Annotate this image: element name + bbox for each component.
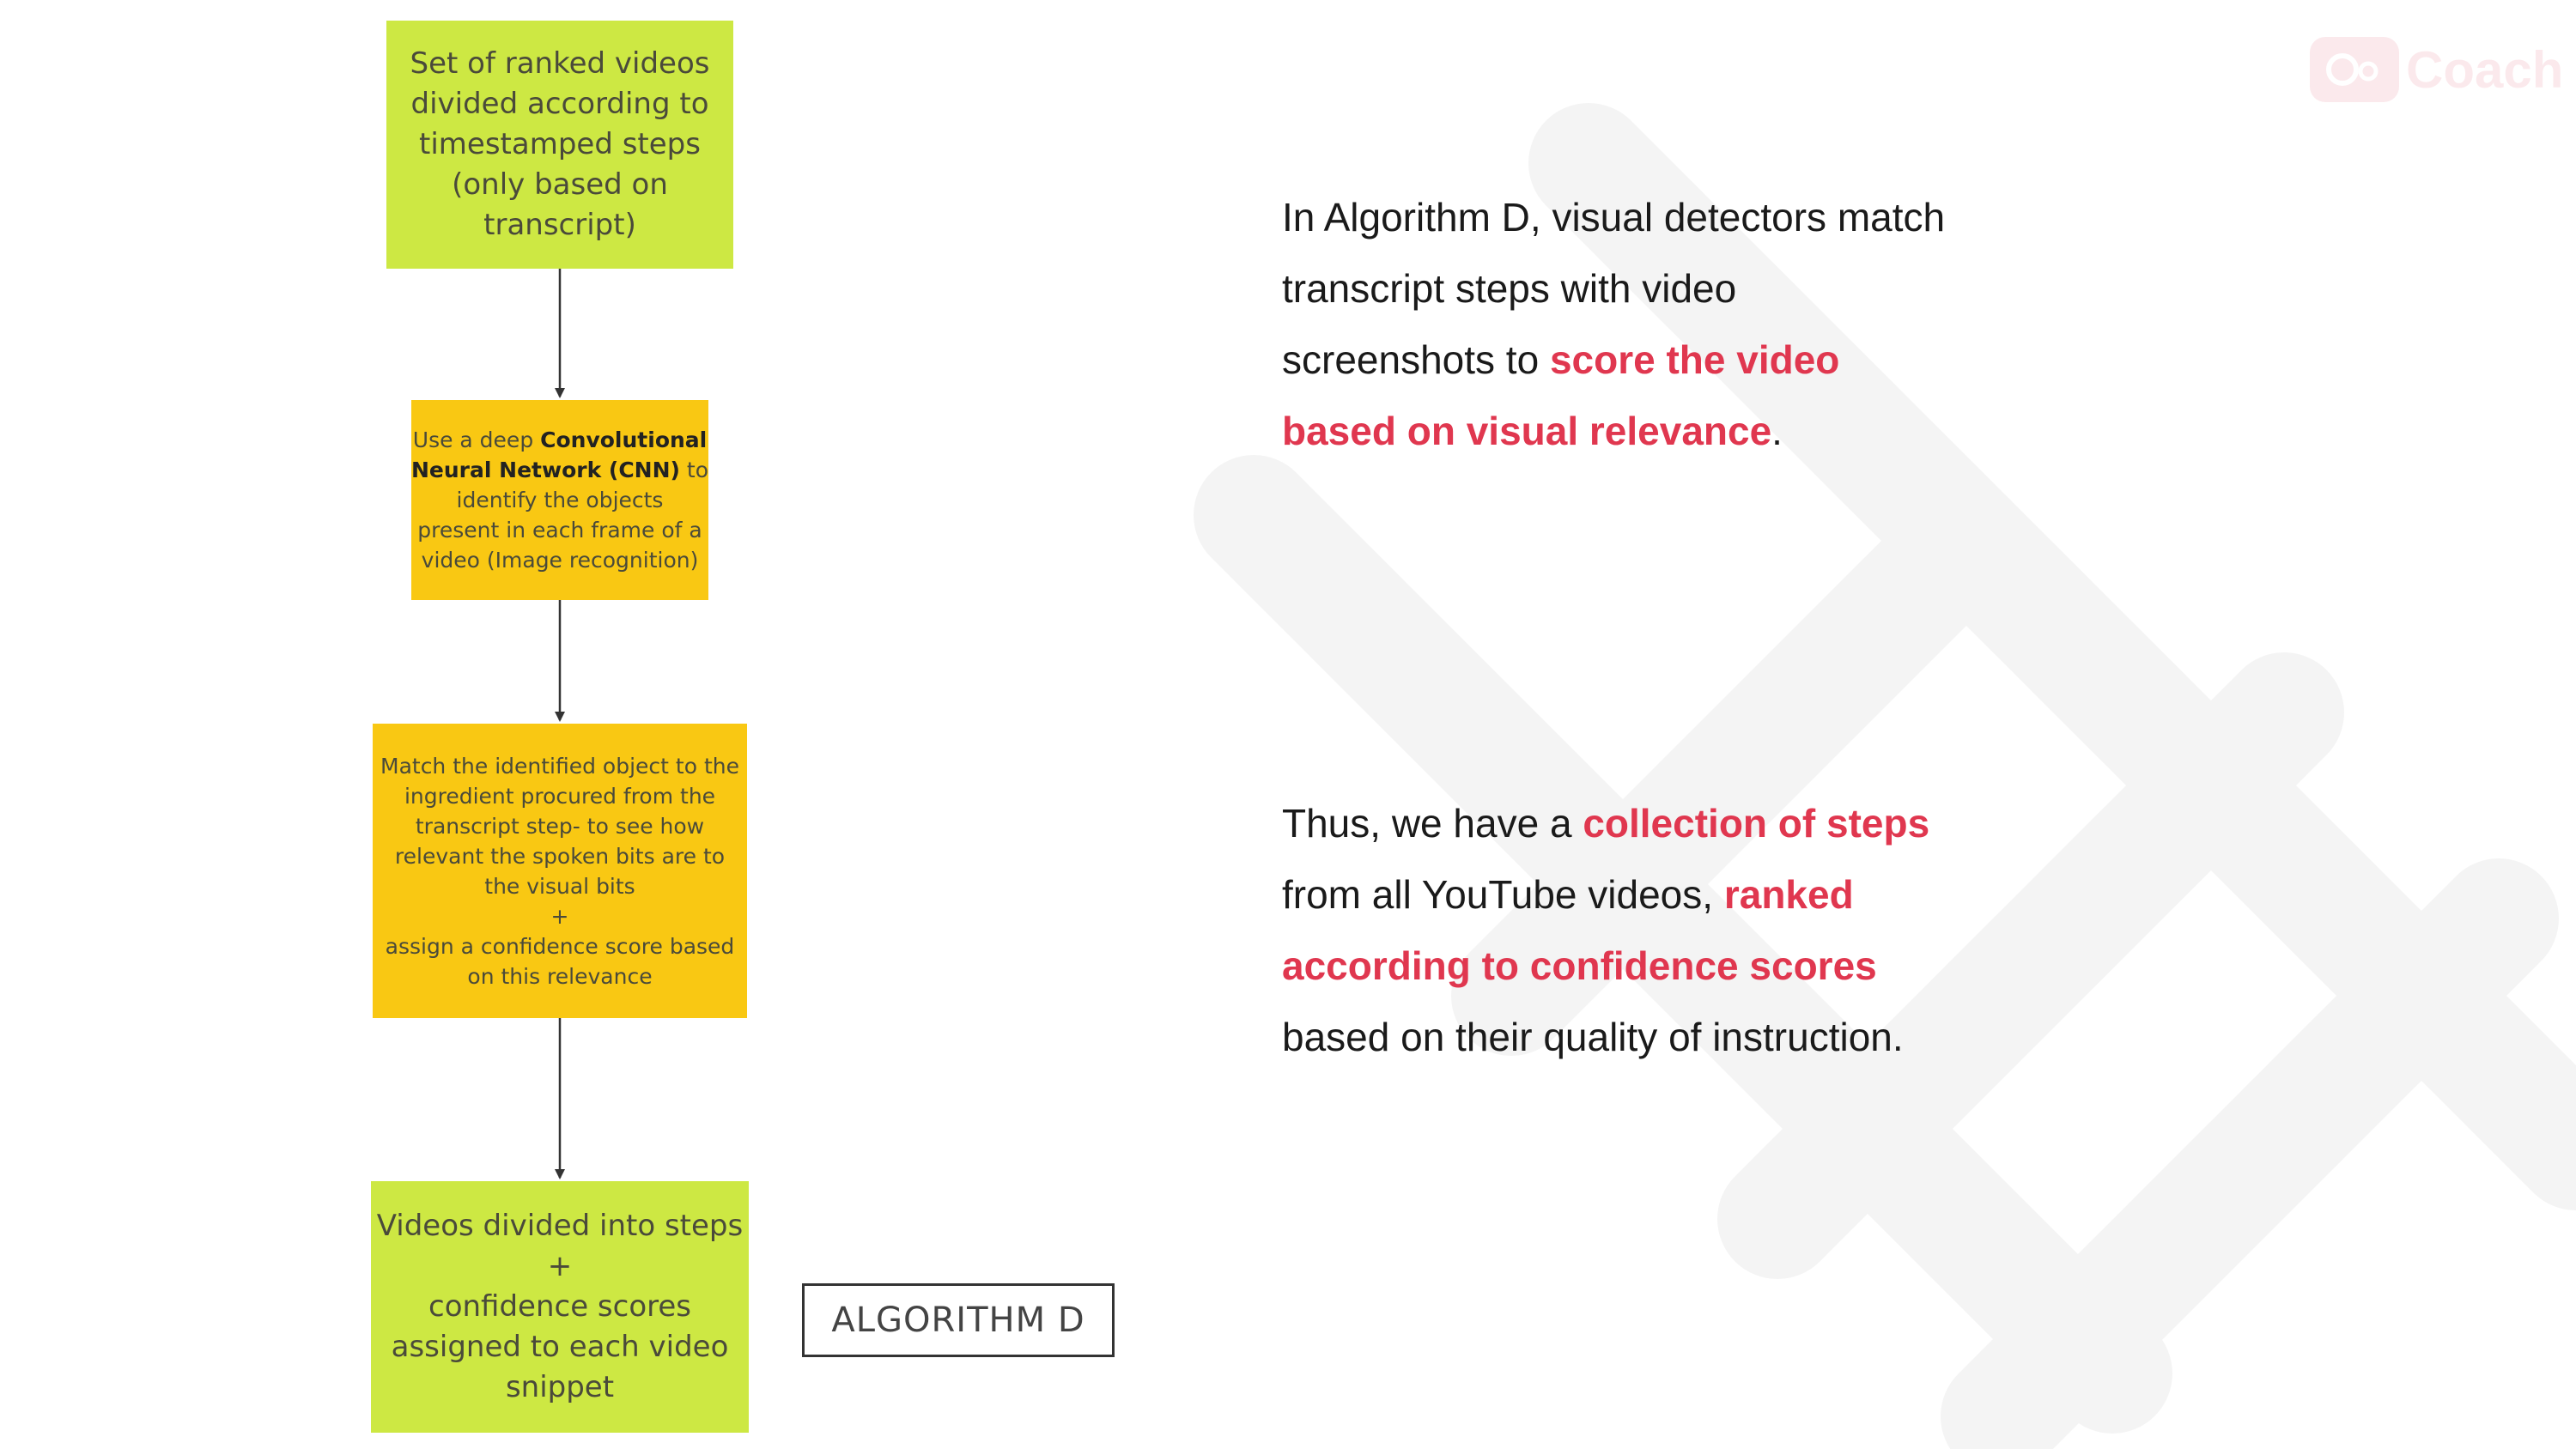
- box-text-line: relevant the spoken bits are to: [394, 843, 726, 869]
- box-text-line: +: [547, 1249, 573, 1283]
- flow-box-output-steps: Videos divided into steps + confidence s…: [371, 1181, 749, 1433]
- box-text-line: Neural Network (CNN) to: [411, 458, 708, 482]
- box-text-line: confidence scores: [428, 1289, 691, 1324]
- algorithm-label: ALGORITHM D: [802, 1283, 1115, 1357]
- box-text-line: video (Image recognition): [421, 548, 699, 573]
- box-text-line: Videos divided into steps: [376, 1209, 744, 1243]
- flow-box-ranked-videos: Set of ranked videos divided according t…: [386, 21, 733, 269]
- description-paragraph-2: Thus, we have a collection of steps from…: [1282, 801, 1930, 1059]
- flow-box-cnn-recognition: Use a deep Convolutional Neural Network …: [411, 400, 708, 600]
- box-text-line: transcript step- to see how: [415, 813, 705, 839]
- box-text-line: Use a deep Convolutional: [412, 427, 708, 452]
- box-text-line: on this relevance: [467, 963, 653, 989]
- box-text-line: Match the identified object to the: [380, 753, 739, 779]
- box-text-line: the visual bits: [484, 873, 635, 899]
- box-text-line: present in each frame of a: [417, 518, 702, 543]
- box-text-line: timestamped steps: [419, 127, 701, 161]
- box-text-line: identify the objects: [456, 488, 664, 512]
- box-text-line: assigned to each video: [391, 1330, 729, 1364]
- camera-badge-icon: [2310, 37, 2399, 102]
- box-text-line: (only based on: [452, 167, 668, 202]
- box-text-line: snippet: [505, 1370, 615, 1404]
- box-text-line: transcript): [483, 208, 636, 242]
- flow-box-match-and-score: Match the identified object to the ingre…: [373, 724, 747, 1018]
- box-text-line: divided according to: [410, 87, 709, 121]
- coach-logo: Coach: [2310, 36, 2563, 103]
- box-text-line: +: [550, 903, 569, 929]
- box-text-line: Set of ranked videos: [410, 46, 710, 81]
- box-text-line: ingredient procured from the: [404, 783, 716, 809]
- highlight-text: collection of steps: [1583, 801, 1930, 846]
- box-text-line: assign a confidence score based: [385, 933, 735, 959]
- logo-wordmark: Coach: [2406, 40, 2564, 99]
- description-paragraph-1: In Algorithm D, visual detectors match t…: [1282, 195, 1946, 453]
